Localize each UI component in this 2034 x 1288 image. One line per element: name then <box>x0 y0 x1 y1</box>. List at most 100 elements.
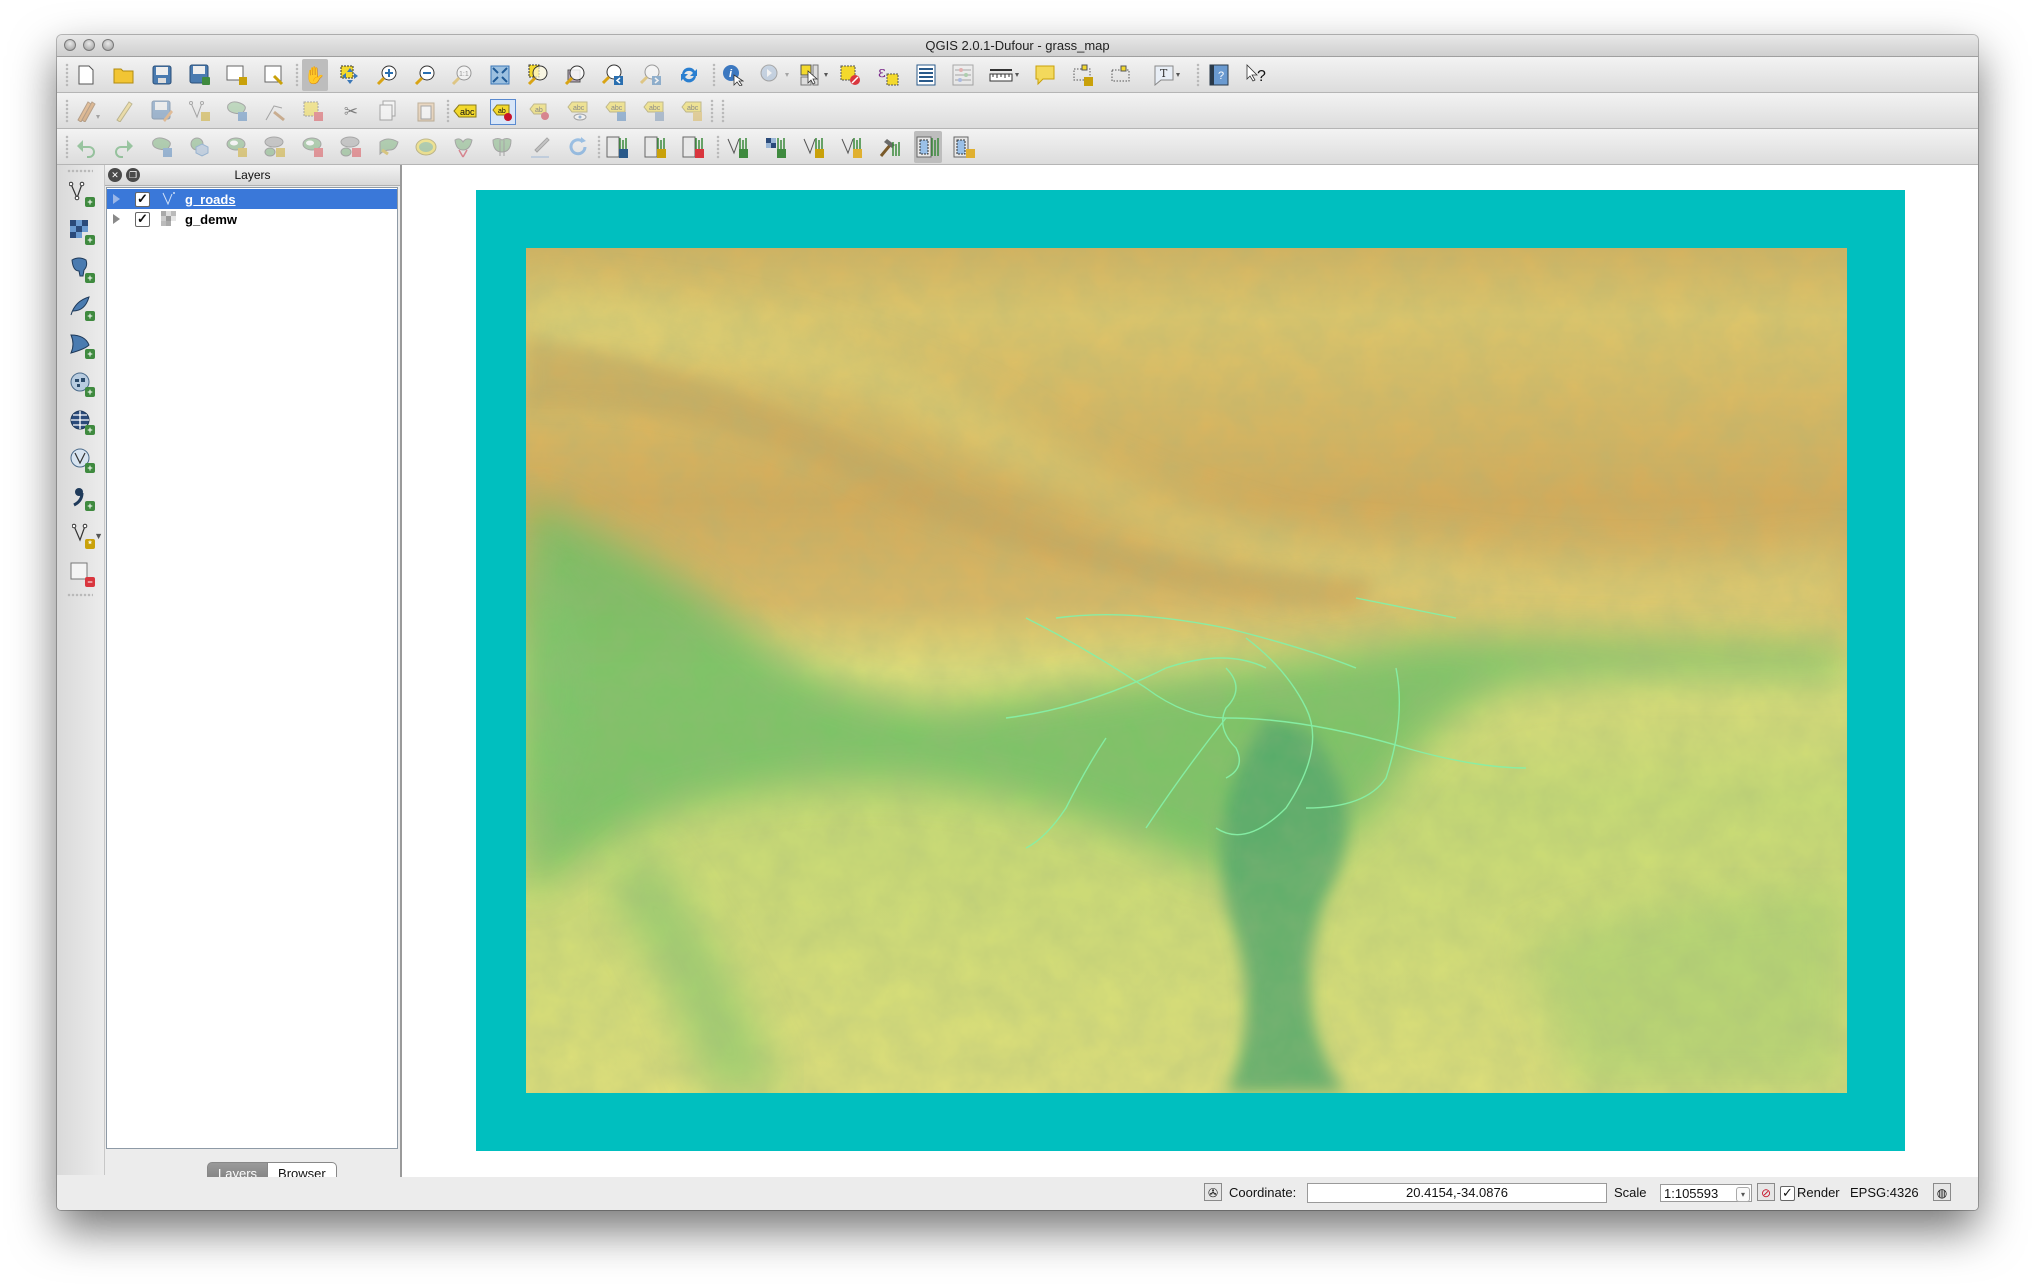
zoom-native-resolution-icon[interactable]: 1:1 <box>450 63 474 87</box>
toolbar-grip[interactable] <box>710 99 714 123</box>
map-canvas[interactable] <box>400 165 1978 1178</box>
cut-features-icon[interactable]: ✂ <box>339 99 363 123</box>
add-wcs-layer-icon[interactable]: + <box>67 407 95 435</box>
new-bookmark-icon[interactable] <box>1071 63 1095 87</box>
toolbar-grip[interactable] <box>295 63 299 87</box>
add-part-icon[interactable] <box>263 135 287 159</box>
move-label-icon[interactable]: abc <box>604 99 628 123</box>
toolbar-grip[interactable] <box>721 99 725 123</box>
save-project-icon[interactable] <box>150 63 174 87</box>
highlight-pinned-labels-icon[interactable]: ab <box>528 99 552 123</box>
toolbar-grip[interactable] <box>67 169 93 173</box>
edit-grass-vector-icon[interactable] <box>840 135 864 159</box>
delete-part-icon[interactable] <box>339 135 363 159</box>
undo-icon[interactable] <box>74 135 98 159</box>
add-raster-layer-icon[interactable]: + <box>67 217 95 245</box>
stop-render-icon[interactable]: ⊘ <box>1757 1183 1775 1201</box>
zoom-out-icon[interactable] <box>413 63 437 87</box>
projection-icon[interactable]: ◍ <box>1933 1183 1951 1201</box>
simplify-feature-icon[interactable] <box>188 135 212 159</box>
change-label-icon[interactable]: abc <box>680 99 704 123</box>
composer-manager-icon[interactable] <box>263 63 287 87</box>
pin-unpin-labels-icon[interactable]: ab <box>490 99 516 125</box>
move-feature-icon[interactable] <box>225 99 249 123</box>
remove-layer-icon[interactable]: − <box>67 559 95 587</box>
expand-arrow-icon[interactable] <box>113 194 120 204</box>
add-spatialite-layer-icon[interactable]: + <box>67 293 95 321</box>
merge-attributes-icon[interactable] <box>490 135 514 159</box>
add-postgis-layer-icon[interactable]: + <box>67 255 95 283</box>
pan-map-icon[interactable]: ✋ <box>302 59 328 91</box>
redo-icon[interactable] <box>112 135 136 159</box>
close-grass-mapset-icon[interactable] <box>682 135 706 159</box>
select-features-icon[interactable] <box>800 63 834 87</box>
add-ring-icon[interactable] <box>225 135 249 159</box>
delete-ring-icon[interactable] <box>301 135 325 159</box>
new-print-composer-icon[interactable] <box>225 63 249 87</box>
delete-selected-icon[interactable] <box>301 99 325 123</box>
open-grass-tools-icon[interactable] <box>878 135 902 159</box>
toolbar-grip[interactable] <box>712 63 716 87</box>
text-annotation-icon[interactable]: T <box>1152 63 1186 87</box>
layer-tree[interactable]: ✓ g_roads ✓ g_demw <box>106 187 398 1149</box>
open-grass-mapset-icon[interactable] <box>606 135 630 159</box>
save-project-as-icon[interactable] <box>188 63 212 87</box>
map-tips-icon[interactable] <box>1033 63 1057 87</box>
rotate-feature-icon[interactable] <box>150 135 174 159</box>
layer-visibility-checkbox[interactable]: ✓ <box>135 191 150 207</box>
add-feature-icon[interactable] <box>188 99 212 123</box>
zoom-in-icon[interactable] <box>375 63 399 87</box>
reshape-features-icon[interactable] <box>377 135 401 159</box>
toggle-editing-icon[interactable] <box>112 99 136 123</box>
coordinate-field[interactable]: 20.4154,-34.0876 <box>1307 1183 1607 1203</box>
refresh-icon[interactable] <box>677 63 701 87</box>
node-tool-icon[interactable] <box>263 99 287 123</box>
add-wfs-layer-icon[interactable]: + <box>67 445 95 473</box>
open-project-icon[interactable] <box>112 63 136 87</box>
merge-selected-icon[interactable] <box>566 135 590 159</box>
open-attribute-table-icon[interactable] <box>914 63 938 87</box>
pan-to-selection-icon[interactable] <box>338 63 362 87</box>
add-grass-vector-icon[interactable] <box>726 135 750 159</box>
toggle-extents-mouse-display-icon[interactable]: ✇ <box>1204 1183 1222 1201</box>
zoom-to-selection-icon[interactable] <box>526 63 550 87</box>
layer-item-g-demw[interactable]: ✓ g_demw <box>107 209 397 229</box>
new-grass-mapset-icon[interactable] <box>644 135 668 159</box>
add-grass-raster-icon[interactable] <box>764 135 788 159</box>
measure-line-icon[interactable] <box>989 63 1023 87</box>
toolbar-grip[interactable] <box>65 135 69 159</box>
zoom-last-icon[interactable] <box>601 63 625 87</box>
create-grass-vector-icon[interactable] <box>802 135 826 159</box>
crs-status[interactable]: EPSG:4326 <box>1850 1185 1919 1200</box>
layer-item-g-roads[interactable]: ✓ g_roads <box>107 189 397 209</box>
whats-this-icon[interactable]: ? <box>1245 63 1269 87</box>
toolbar-grip[interactable] <box>67 593 93 597</box>
current-edits-icon[interactable] <box>74 99 104 123</box>
deselect-all-icon[interactable] <box>838 63 862 87</box>
identify-features-icon[interactable]: i <box>721 63 745 87</box>
zoom-full-icon[interactable] <box>488 63 512 87</box>
paste-features-icon[interactable] <box>414 99 438 123</box>
add-wms-layer-icon[interactable]: + <box>67 369 95 397</box>
show-hide-labels-icon[interactable]: abc <box>566 99 590 123</box>
render-checkbox[interactable]: ✓ <box>1780 1186 1795 1201</box>
save-layer-edits-icon[interactable] <box>150 99 174 123</box>
toolbar-grip[interactable] <box>597 135 601 159</box>
add-mssql-layer-icon[interactable]: + <box>67 331 95 359</box>
select-by-expression-icon[interactable]: ε <box>876 63 900 87</box>
toolbar-grip[interactable] <box>65 99 69 123</box>
add-delimited-text-layer-icon[interactable]: + <box>67 483 95 511</box>
edit-grass-region-icon[interactable] <box>953 135 977 159</box>
rotate-point-symbols-icon[interactable] <box>528 135 552 159</box>
copy-features-icon[interactable] <box>377 99 401 123</box>
field-calculator-icon[interactable] <box>951 63 975 87</box>
toolbar-grip[interactable] <box>446 99 450 123</box>
split-features-icon[interactable] <box>452 135 476 159</box>
run-feature-action-icon[interactable] <box>759 63 793 87</box>
show-bookmarks-icon[interactable] <box>1109 63 1133 87</box>
new-project-icon[interactable] <box>74 63 98 87</box>
zoom-to-layer-icon[interactable] <box>563 63 587 87</box>
toolbar-grip[interactable] <box>65 63 69 87</box>
layer-visibility-checkbox[interactable]: ✓ <box>135 211 150 227</box>
add-vector-layer-icon[interactable]: + <box>67 179 95 207</box>
